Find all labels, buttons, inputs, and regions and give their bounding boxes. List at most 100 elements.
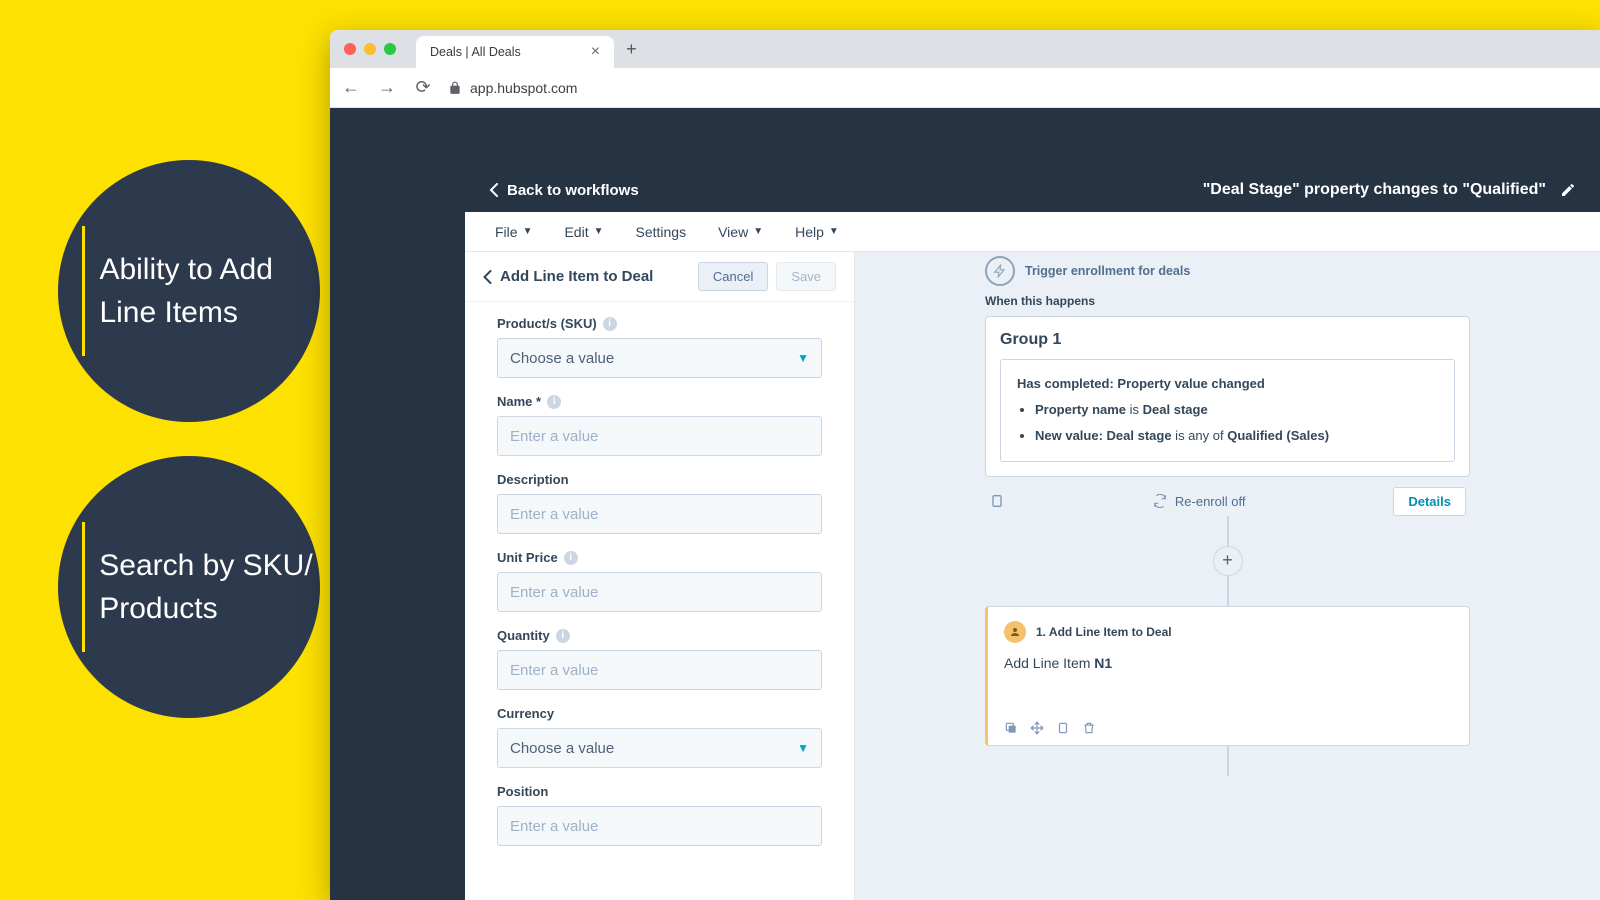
field-position: Position (497, 784, 822, 846)
workflow-diagram-area[interactable]: Trigger enrollment for deals When this h… (855, 252, 1600, 900)
info-icon[interactable]: i (556, 629, 570, 643)
trigger-condition-box: Has completed: Property value changed Pr… (1000, 359, 1455, 462)
copy-icon[interactable] (1004, 721, 1018, 735)
minimize-window-icon[interactable] (364, 43, 376, 55)
workflow-title-container: "Deal Stage" property changes to "Qualif… (1203, 181, 1576, 199)
menu-settings[interactable]: Settings (636, 224, 687, 240)
action-icon (1004, 621, 1026, 643)
currency-select[interactable]: Choose a value ▼ (497, 728, 822, 768)
action-title: 1. Add Line Item to Deal (1036, 625, 1172, 639)
trigger-enrollment-label: Trigger enrollment for deals (1025, 264, 1190, 278)
app-background: Back to workflows "Deal Stage" property … (330, 108, 1600, 900)
workflow-title: "Deal Stage" property changes to "Qualif… (1203, 181, 1546, 199)
chevron-down-icon: ▼ (829, 226, 839, 237)
field-label: Name * (497, 394, 541, 409)
close-tab-icon[interactable]: × (591, 43, 600, 61)
field-label: Product/s (SKU) (497, 316, 597, 331)
info-icon[interactable]: i (603, 317, 617, 331)
callout-accent-bar (82, 226, 85, 356)
callout-text: Ability to Add Line Items (99, 248, 320, 335)
action-card[interactable]: 1. Add Line Item to Deal Add Line Item N… (985, 606, 1470, 746)
chevron-down-icon: ▼ (594, 226, 604, 237)
when-this-happens-label: When this happens (985, 294, 1470, 308)
connector-line (1227, 576, 1229, 606)
panel-actions: Cancel Save (698, 262, 836, 291)
browser-address-bar: ← → ⟳ app.hubspot.com (330, 68, 1600, 108)
form-body: Product/s (SKU) i Choose a value ▼ Name *… (465, 302, 854, 900)
info-icon[interactable]: i (547, 395, 561, 409)
product-sku-select[interactable]: Choose a value ▼ (497, 338, 822, 378)
menu-edit[interactable]: Edit▼ (564, 224, 603, 240)
panel-title: Add Line Item to Deal (500, 268, 653, 285)
maximize-window-icon[interactable] (384, 43, 396, 55)
pencil-icon[interactable] (1560, 182, 1576, 198)
chevron-left-icon[interactable] (483, 270, 492, 284)
details-button[interactable]: Details (1393, 487, 1466, 516)
back-to-workflows-link[interactable]: Back to workflows (489, 182, 639, 199)
menu-help[interactable]: Help▼ (795, 224, 839, 240)
trigger-card[interactable]: Group 1 Has completed: Property value ch… (985, 316, 1470, 477)
select-value: Choose a value (510, 350, 614, 367)
clipboard-icon[interactable] (1056, 721, 1070, 735)
reload-button[interactable]: ⟳ (412, 77, 434, 99)
field-label: Position (497, 784, 548, 799)
field-label: Description (497, 472, 569, 487)
tab-title: Deals | All Deals (430, 45, 521, 59)
browser-window: Deals | All Deals × + ← → ⟳ app.hubspot.… (330, 30, 1600, 900)
callout-text: Search by SKU/ Products (99, 544, 320, 631)
unit-price-input[interactable] (497, 572, 822, 612)
field-label: Unit Price (497, 550, 558, 565)
chevron-down-icon: ▼ (523, 226, 533, 237)
workflow-top-bar: Back to workflows "Deal Stage" property … (465, 168, 1600, 212)
panel-title-row: Add Line Item to Deal (483, 268, 653, 285)
field-unit-price: Unit Price i (497, 550, 822, 612)
action-toolbar (1004, 721, 1453, 735)
back-button[interactable]: ← (340, 77, 362, 99)
action-header: 1. Add Line Item to Deal (1004, 621, 1453, 643)
move-icon[interactable] (1030, 721, 1044, 735)
field-name: Name * i (497, 394, 822, 456)
connector-line (1227, 516, 1229, 546)
new-tab-button[interactable]: + (626, 39, 637, 60)
description-input[interactable] (497, 494, 822, 534)
trigger-condition-item: New value: Deal stage is any of Qualifie… (1035, 425, 1438, 447)
trigger-header: Trigger enrollment for deals (985, 256, 1470, 286)
workflow-canvas: Add Line Item to Deal Cancel Save Produc… (465, 252, 1600, 900)
url-display[interactable]: app.hubspot.com (448, 80, 577, 96)
clipboard-icon[interactable] (989, 493, 1005, 509)
close-window-icon[interactable] (344, 43, 356, 55)
action-body: Add Line Item N1 (1004, 655, 1453, 671)
forward-button[interactable]: → (376, 77, 398, 99)
chevron-down-icon: ▼ (797, 741, 809, 755)
select-value: Choose a value (510, 740, 614, 757)
trash-icon[interactable] (1082, 721, 1096, 735)
field-label: Quantity (497, 628, 550, 643)
back-link-label: Back to workflows (507, 182, 639, 199)
cancel-button[interactable]: Cancel (698, 262, 768, 291)
connector-line (1227, 746, 1229, 776)
callout-add-line-items: Ability to Add Line Items (58, 160, 320, 422)
add-step-button[interactable]: + (1213, 546, 1243, 576)
trigger-condition-completed: Has completed: Property value changed (1017, 374, 1438, 395)
action-config-panel: Add Line Item to Deal Cancel Save Produc… (465, 252, 855, 900)
info-icon[interactable]: i (564, 551, 578, 565)
trigger-condition-list: Property name is Deal stage New value: D… (1017, 399, 1438, 447)
reenroll-toggle: Re-enroll off (1153, 494, 1246, 509)
refresh-icon[interactable] (1153, 494, 1167, 508)
browser-tab[interactable]: Deals | All Deals × (416, 36, 614, 68)
lock-icon (448, 81, 462, 95)
field-quantity: Quantity i (497, 628, 822, 690)
position-input[interactable] (497, 806, 822, 846)
window-controls (344, 43, 396, 55)
quantity-input[interactable] (497, 650, 822, 690)
menu-view[interactable]: View▼ (718, 224, 763, 240)
lightning-icon (985, 256, 1015, 286)
name-input[interactable] (497, 416, 822, 456)
trigger-footer: Re-enroll off Details (985, 487, 1470, 516)
url-text: app.hubspot.com (470, 80, 577, 96)
save-button[interactable]: Save (776, 262, 836, 291)
workflow-menu-bar: File▼ Edit▼ Settings View▼ Help▼ (465, 212, 1600, 252)
menu-file[interactable]: File▼ (495, 224, 532, 240)
chevron-left-icon (489, 183, 499, 197)
field-currency: Currency Choose a value ▼ (497, 706, 822, 768)
